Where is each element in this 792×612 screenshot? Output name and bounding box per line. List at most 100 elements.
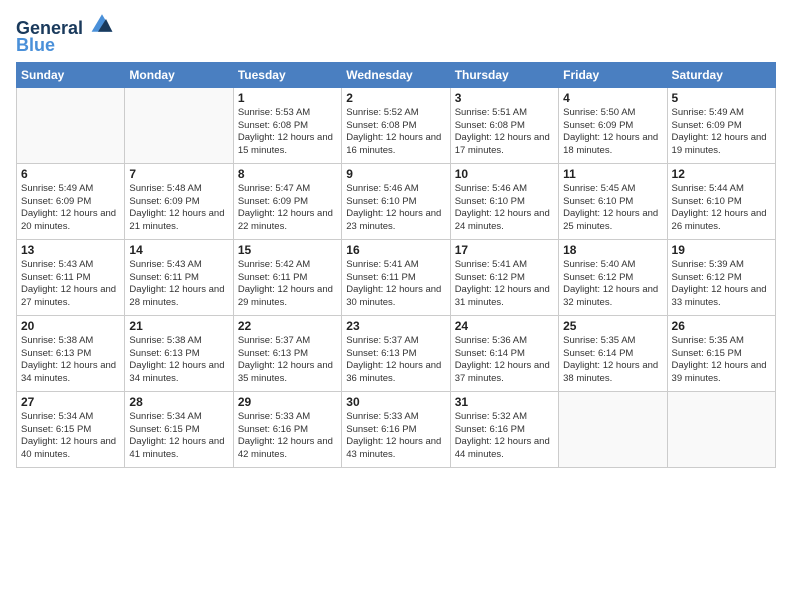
week-row-3: 13 Sunrise: 5:43 AM Sunset: 6:11 PM Dayli…	[17, 239, 776, 315]
day-number: 1	[238, 91, 337, 105]
day-info: Sunrise: 5:41 AM Sunset: 6:12 PM Dayligh…	[455, 259, 554, 310]
day-info: Sunrise: 5:37 AM Sunset: 6:13 PM Dayligh…	[346, 335, 445, 386]
weekday-header-tuesday: Tuesday	[233, 62, 341, 87]
day-number: 6	[21, 167, 120, 181]
day-number: 17	[455, 243, 554, 257]
calendar-cell: 25 Sunrise: 5:35 AM Sunset: 6:14 PM Dayli…	[559, 315, 667, 391]
day-info: Sunrise: 5:43 AM Sunset: 6:11 PM Dayligh…	[129, 259, 228, 310]
calendar-cell	[17, 87, 125, 163]
day-info: Sunrise: 5:35 AM Sunset: 6:15 PM Dayligh…	[672, 335, 771, 386]
calendar-cell: 17 Sunrise: 5:41 AM Sunset: 6:12 PM Dayli…	[450, 239, 558, 315]
calendar-cell: 27 Sunrise: 5:34 AM Sunset: 6:15 PM Dayli…	[17, 391, 125, 467]
logo: General Blue	[16, 14, 114, 56]
day-number: 22	[238, 319, 337, 333]
calendar: SundayMondayTuesdayWednesdayThursdayFrid…	[16, 62, 776, 468]
day-info: Sunrise: 5:33 AM Sunset: 6:16 PM Dayligh…	[346, 411, 445, 462]
day-number: 14	[129, 243, 228, 257]
day-number: 27	[21, 395, 120, 409]
day-number: 15	[238, 243, 337, 257]
calendar-cell: 12 Sunrise: 5:44 AM Sunset: 6:10 PM Dayli…	[667, 163, 775, 239]
day-info: Sunrise: 5:39 AM Sunset: 6:12 PM Dayligh…	[672, 259, 771, 310]
weekday-header-monday: Monday	[125, 62, 233, 87]
calendar-cell: 28 Sunrise: 5:34 AM Sunset: 6:15 PM Dayli…	[125, 391, 233, 467]
day-info: Sunrise: 5:37 AM Sunset: 6:13 PM Dayligh…	[238, 335, 337, 386]
day-number: 8	[238, 167, 337, 181]
calendar-cell: 30 Sunrise: 5:33 AM Sunset: 6:16 PM Dayli…	[342, 391, 450, 467]
calendar-cell: 22 Sunrise: 5:37 AM Sunset: 6:13 PM Dayli…	[233, 315, 341, 391]
weekday-header-saturday: Saturday	[667, 62, 775, 87]
day-number: 11	[563, 167, 662, 181]
day-number: 28	[129, 395, 228, 409]
calendar-cell: 10 Sunrise: 5:46 AM Sunset: 6:10 PM Dayli…	[450, 163, 558, 239]
calendar-cell	[559, 391, 667, 467]
week-row-4: 20 Sunrise: 5:38 AM Sunset: 6:13 PM Dayli…	[17, 315, 776, 391]
day-info: Sunrise: 5:53 AM Sunset: 6:08 PM Dayligh…	[238, 107, 337, 158]
day-number: 25	[563, 319, 662, 333]
calendar-cell: 15 Sunrise: 5:42 AM Sunset: 6:11 PM Dayli…	[233, 239, 341, 315]
day-info: Sunrise: 5:51 AM Sunset: 6:08 PM Dayligh…	[455, 107, 554, 158]
calendar-cell: 6 Sunrise: 5:49 AM Sunset: 6:09 PM Daylig…	[17, 163, 125, 239]
week-row-5: 27 Sunrise: 5:34 AM Sunset: 6:15 PM Dayli…	[17, 391, 776, 467]
calendar-cell: 7Sunrise: 5:48 AM Sunset: 6:09 PM Daylig…	[125, 163, 233, 239]
day-number: 10	[455, 167, 554, 181]
day-info: Sunrise: 5:34 AM Sunset: 6:15 PM Dayligh…	[129, 411, 228, 462]
calendar-cell: 11 Sunrise: 5:45 AM Sunset: 6:10 PM Dayli…	[559, 163, 667, 239]
day-number: 12	[672, 167, 771, 181]
week-row-2: 6 Sunrise: 5:49 AM Sunset: 6:09 PM Daylig…	[17, 163, 776, 239]
weekday-header-wednesday: Wednesday	[342, 62, 450, 87]
calendar-cell: 14 Sunrise: 5:43 AM Sunset: 6:11 PM Dayli…	[125, 239, 233, 315]
calendar-cell: 21 Sunrise: 5:38 AM Sunset: 6:13 PM Dayli…	[125, 315, 233, 391]
day-info: Sunrise: 5:42 AM Sunset: 6:11 PM Dayligh…	[238, 259, 337, 310]
day-number: 21	[129, 319, 228, 333]
day-number: 30	[346, 395, 445, 409]
day-info: Sunrise: 5:34 AM Sunset: 6:15 PM Dayligh…	[21, 411, 120, 462]
day-number: 23	[346, 319, 445, 333]
header: General Blue	[16, 10, 776, 56]
page: General Blue SundayMondayTuesdayWednesda…	[0, 0, 792, 612]
day-info: Sunrise: 5:35 AM Sunset: 6:14 PM Dayligh…	[563, 335, 662, 386]
day-number: 13	[21, 243, 120, 257]
day-number: 26	[672, 319, 771, 333]
day-info: Sunrise: 5:32 AM Sunset: 6:16 PM Dayligh…	[455, 411, 554, 462]
day-number: 24	[455, 319, 554, 333]
calendar-cell: 13Sunrise: 5:43 AM Sunset: 6:11 PM Dayli…	[17, 239, 125, 315]
day-number: 7	[129, 167, 228, 181]
calendar-cell: 31 Sunrise: 5:32 AM Sunset: 6:16 PM Dayli…	[450, 391, 558, 467]
calendar-cell: 18 Sunrise: 5:40 AM Sunset: 6:12 PM Dayli…	[559, 239, 667, 315]
calendar-cell: 24Sunrise: 5:36 AM Sunset: 6:14 PM Dayli…	[450, 315, 558, 391]
logo-icon	[90, 12, 114, 34]
calendar-cell: 23 Sunrise: 5:37 AM Sunset: 6:13 PM Dayli…	[342, 315, 450, 391]
day-number: 16	[346, 243, 445, 257]
weekday-header-row: SundayMondayTuesdayWednesdayThursdayFrid…	[17, 62, 776, 87]
day-number: 18	[563, 243, 662, 257]
day-info: Sunrise: 5:38 AM Sunset: 6:13 PM Dayligh…	[129, 335, 228, 386]
calendar-cell: 1 Sunrise: 5:53 AM Sunset: 6:08 PM Daylig…	[233, 87, 341, 163]
calendar-cell: 8 Sunrise: 5:47 AM Sunset: 6:09 PM Daylig…	[233, 163, 341, 239]
day-info: Sunrise: 5:40 AM Sunset: 6:12 PM Dayligh…	[563, 259, 662, 310]
day-info: Sunrise: 5:45 AM Sunset: 6:10 PM Dayligh…	[563, 183, 662, 234]
day-number: 2	[346, 91, 445, 105]
day-info: Sunrise: 5:47 AM Sunset: 6:09 PM Dayligh…	[238, 183, 337, 234]
day-number: 31	[455, 395, 554, 409]
day-number: 29	[238, 395, 337, 409]
day-info: Sunrise: 5:50 AM Sunset: 6:09 PM Dayligh…	[563, 107, 662, 158]
calendar-cell: 29 Sunrise: 5:33 AM Sunset: 6:16 PM Dayli…	[233, 391, 341, 467]
day-info: Sunrise: 5:46 AM Sunset: 6:10 PM Dayligh…	[455, 183, 554, 234]
day-info: Sunrise: 5:44 AM Sunset: 6:10 PM Dayligh…	[672, 183, 771, 234]
day-number: 3	[455, 91, 554, 105]
day-info: Sunrise: 5:33 AM Sunset: 6:16 PM Dayligh…	[238, 411, 337, 462]
day-info: Sunrise: 5:46 AM Sunset: 6:10 PM Dayligh…	[346, 183, 445, 234]
calendar-cell: 5 Sunrise: 5:49 AM Sunset: 6:09 PM Daylig…	[667, 87, 775, 163]
day-info: Sunrise: 5:49 AM Sunset: 6:09 PM Dayligh…	[21, 183, 120, 234]
weekday-header-thursday: Thursday	[450, 62, 558, 87]
day-number: 9	[346, 167, 445, 181]
calendar-cell	[667, 391, 775, 467]
calendar-cell	[125, 87, 233, 163]
day-info: Sunrise: 5:49 AM Sunset: 6:09 PM Dayligh…	[672, 107, 771, 158]
day-info: Sunrise: 5:52 AM Sunset: 6:08 PM Dayligh…	[346, 107, 445, 158]
day-number: 5	[672, 91, 771, 105]
day-number: 20	[21, 319, 120, 333]
calendar-cell: 16Sunrise: 5:41 AM Sunset: 6:11 PM Dayli…	[342, 239, 450, 315]
day-number: 19	[672, 243, 771, 257]
calendar-cell: 4Sunrise: 5:50 AM Sunset: 6:09 PM Daylig…	[559, 87, 667, 163]
